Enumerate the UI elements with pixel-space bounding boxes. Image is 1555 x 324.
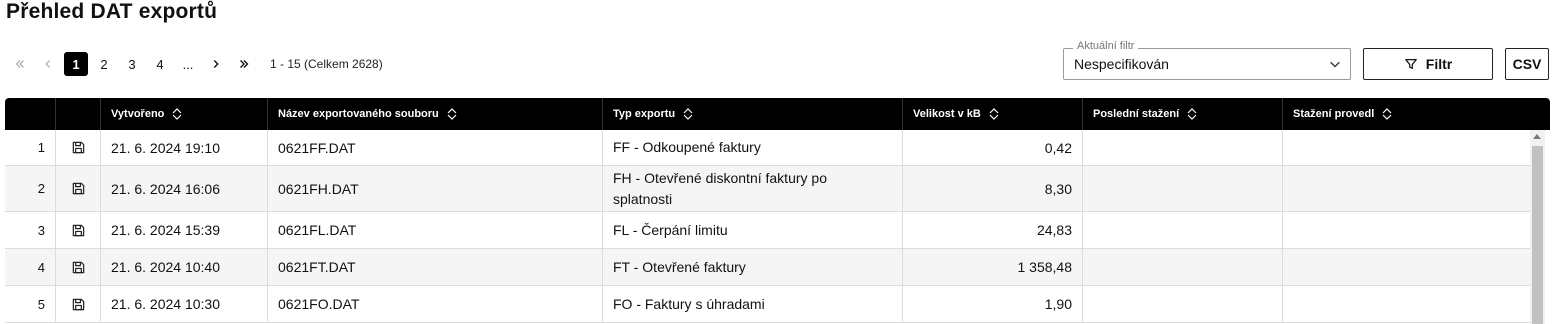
next-page-button[interactable] (204, 52, 228, 76)
scroll-up-arrow[interactable] (1533, 134, 1541, 139)
file-name-cell: 0621FH.DAT (267, 166, 602, 211)
downloaded-by-cell (1282, 286, 1533, 322)
sort-icon[interactable] (989, 107, 999, 121)
page-ellipsis[interactable]: ... (176, 52, 200, 76)
row-index: 3 (37, 222, 45, 238)
table-body: 1 21. 6. 2024 19:10 0621FF.DAT FF - Odko… (5, 130, 1533, 323)
sort-icon[interactable] (1382, 107, 1392, 121)
export-type-cell: FF - Odkoupené faktury (602, 130, 902, 165)
file-name-cell: 0621FL.DAT (267, 212, 602, 248)
sort-icon[interactable] (447, 107, 457, 121)
download-cell[interactable] (55, 166, 100, 211)
col-file-header[interactable]: Název exportovaného souboru (267, 98, 602, 130)
size-cell: 8,30 (902, 166, 1082, 211)
sort-icon[interactable] (172, 107, 182, 121)
export-type-cell: FH - Otevřené diskontní faktury po splat… (602, 166, 902, 211)
created-cell: 21. 6. 2024 10:30 (100, 286, 267, 322)
save-floppy-icon[interactable] (71, 140, 86, 155)
save-floppy-icon[interactable] (71, 297, 86, 312)
last-page-button[interactable] (232, 52, 256, 76)
page-1-button[interactable]: 1 (64, 52, 88, 76)
created-cell: 21. 6. 2024 15:39 (100, 212, 267, 248)
csv-button[interactable]: CSV (1505, 48, 1549, 80)
prev-page-button[interactable] (36, 52, 60, 76)
table-row[interactable]: 4 21. 6. 2024 10:40 0621FT.DAT FT - Otev… (5, 249, 1533, 286)
downloaded-by-cell (1282, 212, 1533, 248)
col-type-header[interactable]: Typ exportu (602, 98, 902, 130)
double-chevron-left-icon (15, 60, 24, 68)
double-chevron-right-icon (240, 60, 249, 68)
created-cell: 21. 6. 2024 19:10 (100, 130, 267, 165)
col-index-header (5, 98, 55, 130)
table-row[interactable]: 1 21. 6. 2024 19:10 0621FF.DAT FF - Odko… (5, 130, 1533, 166)
download-cell[interactable] (55, 286, 100, 322)
pagination: 1 2 3 4 ... 1 - 15 (Celkem 2628) (8, 52, 383, 76)
last-download-cell (1082, 249, 1282, 285)
file-name-cell: 0621FO.DAT (267, 286, 602, 322)
save-floppy-icon[interactable] (71, 260, 86, 275)
chevron-left-icon (45, 60, 51, 68)
download-cell[interactable] (55, 212, 100, 248)
funnel-icon (1404, 59, 1417, 69)
filter-value: Nespecifikován (1074, 56, 1169, 72)
created-cell: 21. 6. 2024 10:40 (100, 249, 267, 285)
table-row[interactable]: 3 21. 6. 2024 15:39 0621FL.DAT FL - Čerp… (5, 212, 1533, 249)
col-created-header[interactable]: Vytvořeno (100, 98, 267, 130)
download-cell[interactable] (55, 130, 100, 165)
csv-button-label: CSV (1512, 56, 1542, 72)
chevron-down-icon (1330, 61, 1340, 68)
download-cell[interactable] (55, 249, 100, 285)
last-download-cell (1082, 212, 1282, 248)
col-icon-header (55, 98, 100, 130)
file-name-cell: 0621FT.DAT (267, 249, 602, 285)
filter-legend: Aktuální filtr (1073, 40, 1139, 52)
size-cell: 1 358,48 (902, 249, 1082, 285)
row-index: 5 (37, 296, 45, 312)
row-index: 4 (37, 259, 45, 275)
table-row[interactable]: 2 21. 6. 2024 16:06 0621FH.DAT FH - Otev… (5, 166, 1533, 212)
chevron-right-icon (213, 60, 219, 68)
row-index: 1 (37, 140, 45, 155)
page-2-button[interactable]: 2 (92, 52, 116, 76)
last-download-cell (1082, 130, 1282, 165)
table-scrollbar[interactable] (1530, 130, 1545, 324)
downloaded-by-cell (1282, 130, 1533, 165)
filter-button[interactable]: Filtr (1363, 48, 1493, 80)
export-type-cell: FL - Čerpání limitu (602, 212, 902, 248)
export-type-cell: FT - Otevřené faktury (602, 249, 902, 285)
file-name-cell: 0621FF.DAT (267, 130, 602, 165)
last-download-cell (1082, 286, 1282, 322)
size-cell: 24,83 (902, 212, 1082, 248)
last-download-cell (1082, 166, 1282, 211)
filter-button-label: Filtr (1425, 56, 1453, 72)
save-floppy-icon[interactable] (71, 223, 86, 238)
col-size-header[interactable]: Velikost v kB (902, 98, 1082, 130)
export-type-cell: FO - Faktury s úhradami (602, 286, 902, 322)
created-cell: 21. 6. 2024 16:06 (100, 166, 267, 211)
size-cell: 0,42 (902, 130, 1082, 165)
pagination-range: 1 - 15 (Celkem 2628) (270, 57, 383, 71)
page-3-button[interactable]: 3 (120, 52, 144, 76)
save-floppy-icon[interactable] (71, 181, 86, 196)
sort-icon[interactable] (1187, 107, 1197, 121)
table-row[interactable]: 5 21. 6. 2024 10:30 0621FO.DAT FO - Fakt… (5, 286, 1533, 323)
exports-table: Vytvořeno Název exportovaného souboru Ty… (5, 98, 1550, 324)
table-header: Vytvořeno Název exportovaného souboru Ty… (5, 98, 1550, 130)
filter-select[interactable]: Aktuální filtr Nespecifikován (1063, 40, 1351, 80)
col-last-download-header[interactable]: Poslední stažení (1082, 98, 1282, 130)
page-title: Přehled DAT exportů (6, 0, 218, 23)
downloaded-by-cell (1282, 166, 1533, 211)
downloaded-by-cell (1282, 249, 1533, 285)
size-cell: 1,90 (902, 286, 1082, 322)
page-4-button[interactable]: 4 (148, 52, 172, 76)
first-page-button[interactable] (8, 52, 32, 76)
sort-icon[interactable] (683, 107, 693, 121)
col-downloaded-by-header[interactable]: Stažení provedl (1282, 98, 1550, 130)
scroll-thumb[interactable] (1532, 146, 1543, 324)
row-index: 2 (37, 181, 45, 196)
